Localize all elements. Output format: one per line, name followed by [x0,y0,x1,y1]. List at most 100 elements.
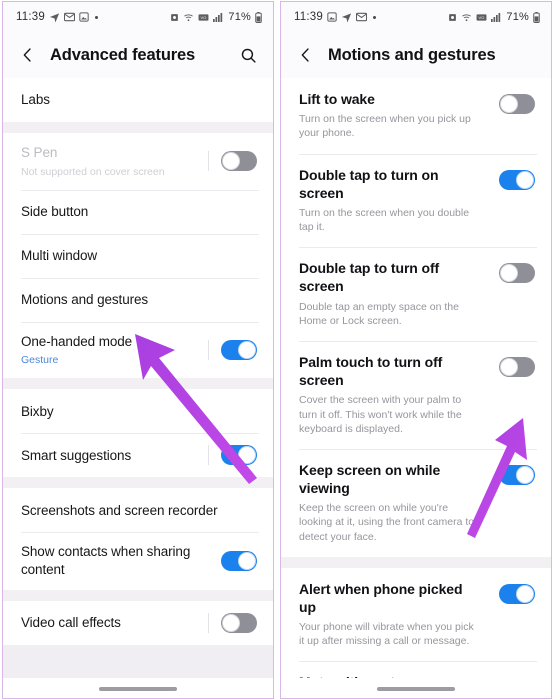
list-item-labs[interactable]: Labs [3,78,273,122]
list-item-s-pen[interactable]: S Pen Not supported on cover screen [3,133,273,190]
navigation-bar-left [3,678,273,698]
switch-wrap [196,151,257,172]
toggle-lift-to-wake[interactable] [499,94,535,114]
status-bar-right-group: VO 71% [448,11,540,23]
battery-percentage: 71% [228,11,251,23]
app-bar-left: Advanced features [3,32,273,78]
row-subtitle: Turn on the screen when you double tap i… [299,206,470,234]
row-title: Palm touch to turn off screen [299,353,443,389]
row-texts: Smart suggestions [21,447,196,465]
row-title: Screenshots and screen recorder [21,502,218,518]
toggle-knob [500,95,518,113]
settings-section-labs: Labs [3,78,273,122]
row-subtitle: Not supported on cover screen [21,165,165,178]
switch-wrap [196,612,257,633]
status-bar-right-group: VO 71% [170,11,262,23]
switch-wrap [487,356,535,377]
list-item-alert-when-phone-picked-up[interactable]: Alert when phone picked up Your phone wi… [281,567,551,662]
dot-indicator [372,15,376,19]
toggle-show-contacts[interactable] [221,550,257,571]
switch-wrap [487,464,535,485]
settings-section-sharing: Screenshots and screen recorder Show con… [3,488,273,590]
toggle-smart-suggestions[interactable] [221,445,257,466]
alarm-icon [170,13,179,22]
row-subtitle: Double tap an empty space on the Home or… [299,300,459,327]
list-item-screenshots-and-screen-recorder[interactable]: Screenshots and screen recorder [3,488,273,533]
row-title: Keep screen on while viewing [299,461,441,497]
switch-wrap [487,263,535,284]
navigation-bar-right [281,678,551,698]
home-handle[interactable] [377,687,455,691]
phone-panel-motions-and-gestures: 11:39 VO 71% Motions and gestures Lift t… [280,1,552,699]
section-gap [3,589,273,601]
wifi-calling-icon [461,13,472,22]
toggle-knob [516,584,534,603]
list-item-side-button[interactable]: Side button [3,189,273,234]
alarm-icon [448,13,457,22]
settings-list-right[interactable]: Lift to wake Turn on the screen when you… [281,78,551,698]
row-title: Show contacts when sharing content [21,544,191,577]
toggle-knob [516,170,534,189]
status-time: 11:39 [294,11,323,23]
row-title: Smart suggestions [21,447,132,463]
settings-list-left[interactable]: Labs S Pen Not supported on cover screen [3,78,273,698]
toggle-video-call-effects[interactable] [221,612,257,633]
status-time: 11:39 [16,11,45,23]
row-title: Video call effects [21,614,121,630]
list-item-bixby[interactable]: Bixby [3,389,273,434]
toggle-alert-when-picked-up[interactable] [499,583,535,604]
list-item-one-handed-mode[interactable]: One-handed mode Gesture [3,321,273,379]
settings-section-video-call: Video call effects [3,600,273,645]
row-texts: Double tap to turn on screen Turn on the… [299,166,487,235]
mail-icon [63,12,75,22]
toggle-one-handed-mode[interactable] [221,340,257,361]
battery-icon [533,11,540,23]
row-title: Multi window [21,247,98,263]
list-item-video-call-effects[interactable]: Video call effects [3,600,273,645]
section-gap [3,477,273,489]
list-item-smart-suggestions[interactable]: Smart suggestions [3,433,273,478]
page-title-right: Motions and gestures [328,45,496,64]
toggle-double-tap-off[interactable] [499,263,535,284]
toggle-double-tap-on[interactable] [499,169,535,190]
back-button-right[interactable] [295,44,317,66]
app-bar-right: Motions and gestures [281,32,551,78]
network-icon: VO [476,13,487,22]
signal-icon [213,12,223,22]
list-item-keep-screen-on-while-viewing[interactable]: Keep screen on while viewing Keep the sc… [281,448,551,557]
status-bar-left-group: 11:39 [294,11,376,23]
network-icon: VO [198,13,209,22]
phone-panel-advanced-features: 11:39 VO 71% Advanced features Labs S Pe… [2,1,274,699]
list-item-double-tap-to-turn-on-screen[interactable]: Double tap to turn on screen Turn on the… [281,153,551,248]
battery-percentage: 71% [506,11,529,23]
row-texts: Multi window [21,247,257,265]
home-handle[interactable] [99,687,177,691]
row-texts: Video call effects [21,614,196,632]
row-title: Double tap to turn off screen [299,260,440,295]
list-item-lift-to-wake[interactable]: Lift to wake Turn on the screen when you… [281,78,551,154]
list-item-double-tap-to-turn-off-screen[interactable]: Double tap to turn off screen Double tap… [281,247,551,341]
switch-wrap [209,550,257,571]
list-item-show-contacts-when-sharing-content[interactable]: Show contacts when sharing content [3,532,273,590]
image-icon [79,12,89,22]
toggle-palm-touch[interactable] [499,356,535,377]
row-title: Bixby [21,403,54,419]
list-item-multi-window[interactable]: Multi window [3,233,273,278]
toggle-s-pen[interactable] [221,151,257,172]
status-bar-left-group: 11:39 [16,11,98,23]
page-title-left: Advanced features [50,45,196,64]
row-subtitle: Turn on the screen when you pick up your… [299,113,471,140]
settings-section-bixby: Bixby Smart suggestions [3,389,273,478]
row-subtitle: Gesture [21,354,59,367]
switch-divider [208,340,209,361]
back-button-left[interactable] [17,44,39,66]
search-button[interactable] [237,44,259,66]
list-item-palm-touch-to-turn-off-screen[interactable]: Palm touch to turn off screen Cover the … [281,340,551,449]
toggle-keep-screen-on[interactable] [499,464,535,485]
row-texts: Motions and gestures [21,291,257,309]
row-title: Motions and gestures [21,291,149,307]
switch-wrap [487,94,535,114]
list-item-motions-and-gestures[interactable]: Motions and gestures [3,277,273,322]
signal-icon [491,12,501,22]
row-texts: S Pen Not supported on cover screen [21,144,196,179]
